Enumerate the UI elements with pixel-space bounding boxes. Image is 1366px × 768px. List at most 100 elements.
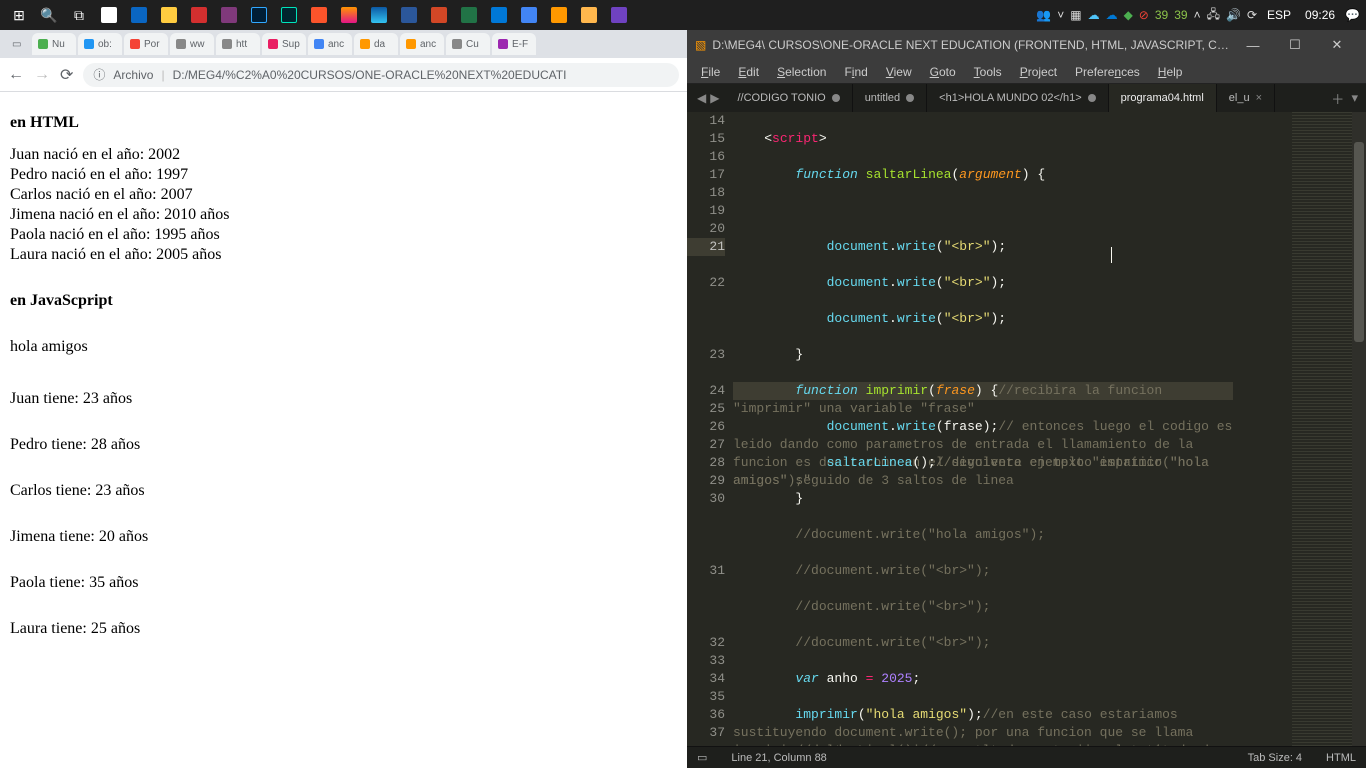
browser-tab[interactable]: anc <box>308 33 352 55</box>
mail-icon[interactable] <box>126 4 152 26</box>
close-button[interactable]: ✕ <box>1316 30 1358 60</box>
menu-help[interactable]: Help <box>1150 63 1191 81</box>
back-button[interactable]: ← <box>8 66 24 84</box>
onenote-icon[interactable] <box>216 4 242 26</box>
app-icon[interactable] <box>186 4 212 26</box>
powerpoint-icon[interactable] <box>426 4 452 26</box>
security-icon[interactable]: ◆ <box>1124 8 1133 22</box>
browser-tab[interactable]: da <box>354 33 398 55</box>
excel-icon[interactable] <box>456 4 482 26</box>
status-icon[interactable]: ▭ <box>697 751 707 764</box>
app-icon-2[interactable] <box>516 4 542 26</box>
text-block: Juan nació en el año: 2002 Pedro nació e… <box>10 146 677 264</box>
file-tab[interactable]: el_u× <box>1217 84 1275 112</box>
browser-tab[interactable]: Sup <box>262 33 306 55</box>
sublime-icon[interactable] <box>546 4 572 26</box>
menu-preferences[interactable]: Preferences <box>1067 63 1148 81</box>
menu-file[interactable]: File <box>693 63 728 81</box>
browser-tab[interactable]: Nu <box>32 33 76 55</box>
tray-chevron-icon[interactable]: ˅ <box>1057 8 1064 22</box>
address-bar[interactable]: ⓘ Archivo | D:/MEG4/%C2%A0%20CURSOS/ONE-… <box>83 63 679 87</box>
start-button[interactable]: ⊞ <box>6 4 32 26</box>
dirty-dot-icon <box>832 94 840 102</box>
photoshop-icon[interactable] <box>246 4 272 26</box>
browser-tab[interactable]: Cu <box>446 33 490 55</box>
browser-control-button[interactable]: ▭ <box>6 33 30 55</box>
vertical-scrollbar[interactable] <box>1352 112 1366 746</box>
volume-icon[interactable]: 🔊 <box>1226 8 1241 22</box>
tray-icon[interactable]: ⊘ <box>1139 8 1149 22</box>
word-icon[interactable] <box>396 4 422 26</box>
tab-label: ww <box>190 39 204 50</box>
minimap[interactable] <box>1292 112 1352 746</box>
tab-close-icon[interactable]: × <box>1256 92 1262 104</box>
vscode-icon[interactable] <box>486 4 512 26</box>
cursor-position[interactable]: Line 21, Column 88 <box>731 752 826 764</box>
store-icon[interactable] <box>96 4 122 26</box>
action-center-icon[interactable]: 💬 <box>1345 8 1360 22</box>
file-tab-active[interactable]: programa04.html <box>1109 84 1217 112</box>
app-icon-3[interactable] <box>606 4 632 26</box>
up-icon[interactable]: ˄ <box>1194 8 1201 22</box>
page-heading: en HTML <box>10 114 677 132</box>
menu-view[interactable]: View <box>878 63 920 81</box>
reload-button[interactable]: ⟳ <box>60 65 73 85</box>
browser-tabstrip: ▭ Nu ob: Por ww htt Sup anc da anc Cu E-… <box>0 30 687 58</box>
task-view-icon[interactable]: ⧉ <box>66 4 92 26</box>
explorer-icon[interactable] <box>156 4 182 26</box>
forward-button[interactable]: → <box>34 66 50 84</box>
tab-next-icon[interactable]: ▶ <box>710 91 719 105</box>
ethernet-icon[interactable]: 🖧 <box>1207 5 1220 26</box>
tray-icon[interactable]: ☁ <box>1088 8 1100 22</box>
browser-tab[interactable]: ww <box>170 33 214 55</box>
new-tab-icon[interactable]: ＋ <box>1331 89 1344 108</box>
folder-icon[interactable] <box>576 4 602 26</box>
menu-edit[interactable]: Edit <box>730 63 767 81</box>
menu-find[interactable]: Find <box>836 63 875 81</box>
audition-icon[interactable] <box>276 4 302 26</box>
browser-tab[interactable]: Por <box>124 33 168 55</box>
clock[interactable]: 09:26 <box>1301 8 1339 22</box>
people-icon[interactable]: 👥 <box>1036 8 1051 22</box>
brave-icon[interactable] <box>306 4 332 26</box>
file-tab[interactable]: untitled <box>853 84 927 112</box>
tab-size[interactable]: Tab Size: 4 <box>1248 752 1302 764</box>
code-editor[interactable]: 141516 171819 20 21 22 23 242526 272829 … <box>687 112 1366 746</box>
maximize-button[interactable]: ☐ <box>1274 30 1316 60</box>
syntax-mode[interactable]: HTML <box>1326 752 1356 764</box>
code-area[interactable]: <script> function saltarLinea(argument) … <box>733 112 1366 746</box>
browser-tab[interactable]: anc <box>400 33 444 55</box>
menu-goto[interactable]: Goto <box>922 63 964 81</box>
scrollbar-thumb[interactable] <box>1354 142 1364 342</box>
keyboard-lang[interactable]: ESP <box>1263 8 1295 22</box>
sublime-window: ▧ D:\MEG4\ CURSOS\ONE-ORACLE NEXT EDUCAT… <box>687 30 1366 768</box>
search-icon[interactable]: 🔍 <box>36 4 62 26</box>
menu-tools[interactable]: Tools <box>966 63 1010 81</box>
tab-prev-icon[interactable]: ◀ <box>697 91 706 105</box>
file-tab[interactable]: //CODIGO TONIO <box>725 84 852 112</box>
minimize-button[interactable]: — <box>1232 30 1274 60</box>
page-heading: en JavaScpript <box>10 292 677 310</box>
browser-tab[interactable]: htt <box>216 33 260 55</box>
file-tab[interactable]: <h1>HOLA MUNDO 02</h1> <box>927 84 1108 112</box>
edge-icon[interactable] <box>366 4 392 26</box>
sync-icon[interactable]: ⟳ <box>1247 8 1257 22</box>
dirty-dot-icon <box>1088 94 1096 102</box>
tab-label: E-F <box>512 39 528 50</box>
text-cursor <box>1111 247 1112 263</box>
sublime-statusbar: ▭ Line 21, Column 88 Tab Size: 4 HTML <box>687 746 1366 768</box>
tab-label: Nu <box>52 39 65 50</box>
tab-label: anc <box>420 39 436 50</box>
tab-label: <h1>HOLA MUNDO 02</h1> <box>939 92 1081 104</box>
menu-selection[interactable]: Selection <box>769 63 834 81</box>
onedrive-icon[interactable]: ☁ <box>1106 8 1118 22</box>
text-line: Jimena nació en el año: 2010 años <box>10 206 677 224</box>
tray-icon[interactable]: ▦ <box>1070 8 1081 22</box>
firefox-icon[interactable] <box>336 4 362 26</box>
menu-project[interactable]: Project <box>1012 63 1065 81</box>
browser-tab[interactable]: ob: <box>78 33 122 55</box>
browser-tab[interactable]: E-F <box>492 33 536 55</box>
sublime-titlebar[interactable]: ▧ D:\MEG4\ CURSOS\ONE-ORACLE NEXT EDUCAT… <box>687 30 1366 60</box>
tab-label: programa04.html <box>1121 92 1204 104</box>
tab-dropdown-icon[interactable]: ▾ <box>1351 90 1358 106</box>
